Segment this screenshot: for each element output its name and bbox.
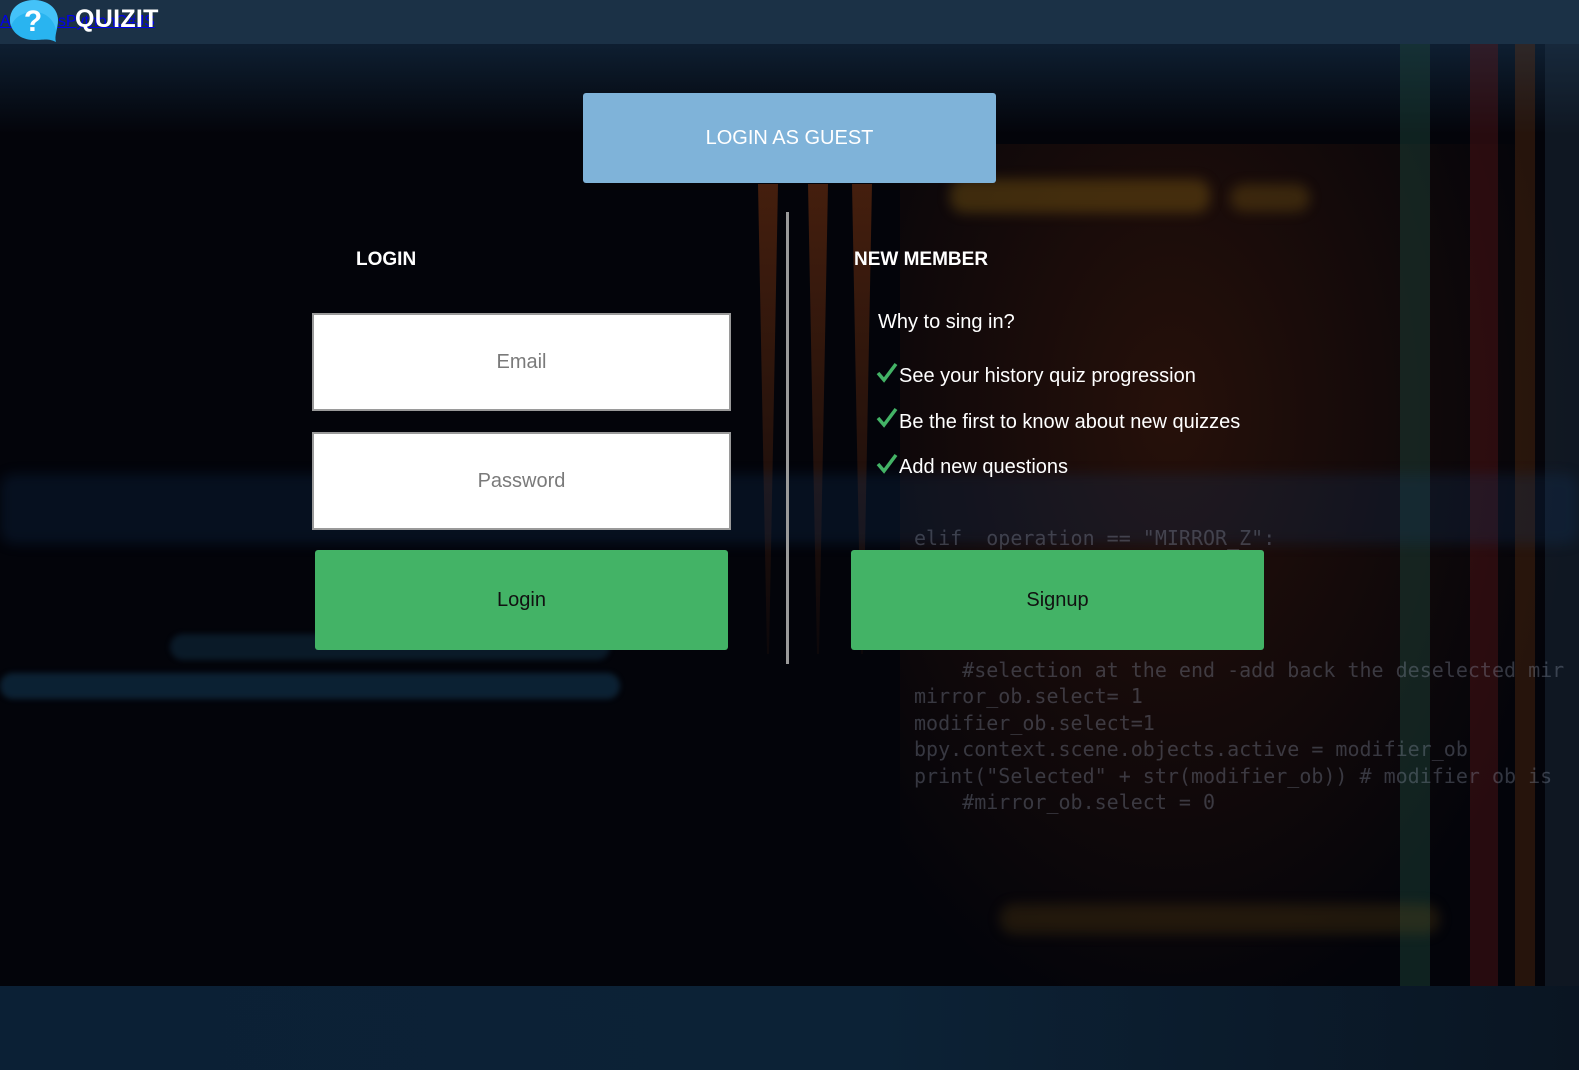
section-divider (786, 212, 789, 664)
question-mark-bubble-icon[interactable]: ? (10, 0, 58, 42)
login-button[interactable]: Login (315, 550, 728, 650)
benefits-list: See your history quiz progression Be the… (876, 354, 1240, 491)
background-code-line: modifier_ob.select=1 (914, 710, 1155, 735)
top-navbar: ? QUIZIT About Us Python C# JS (0, 0, 1579, 44)
benefit-item: Add new questions (876, 445, 1240, 491)
background-blur (0, 474, 1579, 544)
brand-name[interactable]: QUIZIT (75, 5, 159, 34)
background-code-line: mirror_ob.select= 1 (914, 684, 1143, 709)
why-sign-in-text: Why to sing in? (878, 311, 1015, 333)
checkmark-icon (876, 362, 898, 383)
email-field[interactable] (312, 313, 731, 411)
background-code-image: elif operation == "MIRROR_Z": #selection… (0, 44, 1579, 1070)
background-blur (950, 179, 1210, 213)
background-blur (1230, 184, 1310, 212)
background-flame (758, 184, 778, 654)
background-flame (808, 184, 828, 654)
benefit-label: Be the first to know about new quizzes (899, 410, 1241, 433)
background-blur (0, 673, 620, 699)
background-code-line: print("Selected" + str(modifier_ob)) # m… (914, 763, 1553, 788)
password-field[interactable] (312, 432, 731, 530)
background-code-line: #mirror_ob.select = 0 (914, 790, 1216, 814)
checkmark-icon (876, 408, 898, 429)
login-as-guest-button[interactable]: LOGIN AS GUEST (583, 93, 996, 183)
svg-text:?: ? (24, 5, 42, 38)
benefit-label: See your history quiz progression (899, 365, 1196, 388)
background-bottom-band (0, 986, 1579, 1070)
benefit-item: Be the first to know about new quizzes (876, 400, 1240, 446)
background-code-line: elif operation == "MIRROR_Z": (914, 526, 1276, 550)
background-blur (1000, 904, 1440, 934)
background-code-line: bpy.context.scene.objects.active = modif… (914, 737, 1468, 762)
signup-button[interactable]: Signup (851, 550, 1264, 650)
login-title: LOGIN (356, 249, 417, 270)
checkmark-icon (876, 453, 898, 474)
benefit-label: Add new questions (899, 456, 1069, 479)
background-code-line: #selection at the end -add back the dese… (914, 658, 1565, 682)
benefit-item: See your history quiz progression (876, 354, 1240, 400)
new-member-title: NEW MEMBER (854, 249, 989, 270)
